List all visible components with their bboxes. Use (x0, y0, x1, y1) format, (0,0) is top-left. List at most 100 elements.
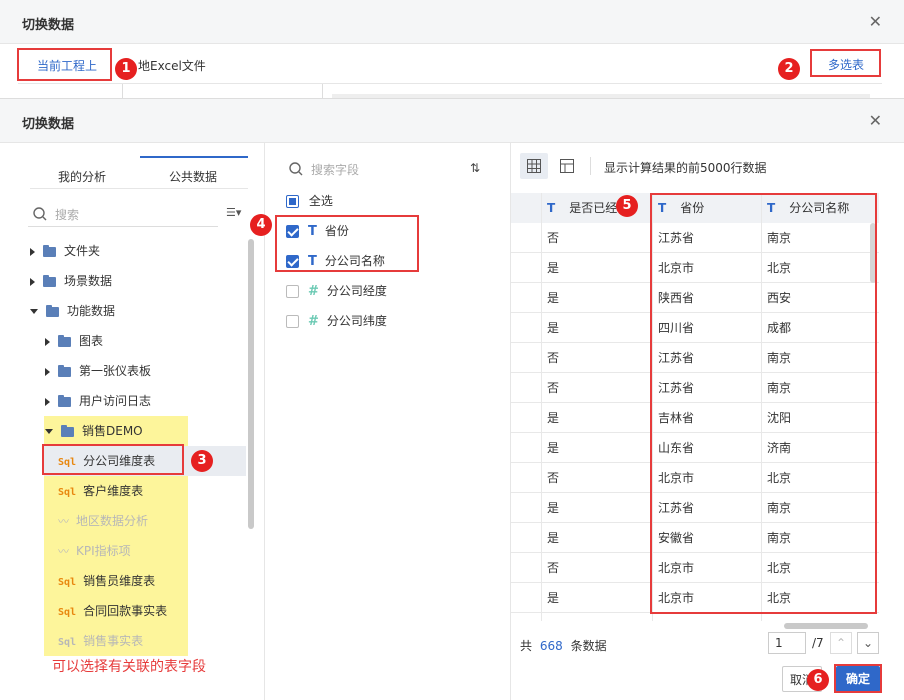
highlight-box-2 (810, 49, 881, 77)
field-name: 分公司经度 (326, 284, 387, 298)
highlight-box-5 (650, 193, 877, 614)
total-pages: /7 (812, 636, 824, 650)
step-badge-2: 2 (778, 58, 800, 80)
tree-item: 〰 KPI指标项 (58, 536, 131, 566)
tree-item-label: 销售员维度表 (83, 574, 156, 588)
caret-down-icon[interactable] (30, 309, 38, 314)
search-icon (33, 207, 47, 221)
prev-page-button[interactable]: ⌃ (830, 632, 852, 654)
tree-item: Sql 销售事实表 (58, 626, 143, 656)
tab-public-data[interactable]: 公共数据 (169, 168, 217, 185)
text-type-icon: T (547, 201, 556, 215)
highlight-box-6 (834, 664, 882, 693)
folder-icon (43, 274, 56, 287)
next-page-button[interactable]: ⌄ (857, 632, 879, 654)
select-all-checkbox[interactable] (286, 195, 299, 208)
select-all-label: 全选 (308, 194, 333, 208)
analysis-icon: 〰 (58, 515, 69, 528)
preview-note: 显示计算结果的前5000行数据 (604, 161, 767, 175)
close-icon[interactable]: ✕ (869, 111, 882, 130)
field-checkbox[interactable] (286, 285, 299, 298)
folder-icon (43, 244, 56, 257)
tree-item[interactable]: 场景数据 (30, 266, 112, 296)
column-header-label: 是否已经 (569, 201, 618, 215)
table-cell: 否 (547, 381, 560, 395)
table-cell: 是 (547, 501, 560, 515)
tree-item[interactable]: Sql 合同回款事实表 (58, 596, 167, 626)
close-icon[interactable]: ✕ (869, 12, 882, 31)
caret-right-icon[interactable] (45, 337, 50, 346)
annotation-caption: 可以选择有关联的表字段 (52, 659, 206, 675)
search-input[interactable]: 搜索 (28, 201, 218, 227)
tree-item[interactable]: 功能数据 (30, 296, 115, 326)
active-tab-indicator (140, 156, 248, 158)
select-all-row[interactable]: 全选 (286, 186, 333, 216)
caret-right-icon[interactable] (30, 277, 35, 286)
tree-item[interactable]: Sql 客户维度表 (58, 476, 143, 506)
table-cell: 否 (547, 351, 560, 365)
table-cell: 是 (547, 531, 560, 545)
table-cell: 是 (547, 261, 560, 275)
number-type-icon: # (308, 284, 319, 299)
folder-icon (58, 394, 71, 407)
caret-right-icon[interactable] (30, 247, 35, 256)
folder-icon (61, 424, 74, 437)
field-search-placeholder: 搜索字段 (311, 163, 360, 177)
number-type-icon: # (308, 314, 319, 329)
tree-item[interactable]: 销售DEMO (45, 416, 143, 446)
step-badge-6: 6 (807, 669, 829, 691)
table-cell: 是 (547, 411, 560, 425)
divider (322, 84, 323, 98)
step-badge-1: 1 (115, 58, 137, 80)
sql-table-icon: Sql (58, 637, 77, 648)
tree-item[interactable]: 图表 (45, 326, 103, 356)
table-cell: 是 (547, 591, 560, 605)
tree-item-label: 合同回款事实表 (83, 604, 168, 618)
table-hscrollbar[interactable] (784, 623, 868, 629)
tree-item-label: 场景数据 (64, 274, 113, 288)
tree-scrollbar[interactable] (248, 239, 254, 529)
page-input[interactable]: 1 (768, 632, 806, 654)
step-badge-5: 5 (616, 195, 638, 217)
filter-icon[interactable]: ☰▾ (226, 206, 241, 219)
tree-item[interactable]: 用户访问日志 (45, 386, 151, 416)
tree-item[interactable]: 文件夹 (30, 236, 100, 266)
analysis-icon: 〰 (58, 545, 69, 558)
tree-item-label: 客户维度表 (83, 484, 144, 498)
folder-icon (58, 334, 71, 347)
table-icon (560, 159, 574, 173)
caret-down-icon[interactable] (45, 429, 53, 434)
tab-local-excel[interactable]: 地Excel文件 (138, 57, 206, 74)
dialog-title: 切换数据 (22, 117, 75, 132)
tab-my-analysis[interactable]: 我的分析 (58, 168, 106, 185)
field-name: 分公司纬度 (326, 314, 387, 328)
field-row[interactable]: # 分公司纬度 (286, 306, 387, 336)
tree-item[interactable]: 第一张仪表板 (45, 356, 151, 386)
back-dialog-title: 切换数据 (22, 18, 75, 33)
caret-right-icon[interactable] (45, 367, 50, 376)
grid-view-button[interactable] (520, 153, 548, 179)
tree-item-label: 图表 (79, 334, 104, 348)
folder-icon (46, 304, 59, 317)
column-header[interactable]: T 是否已经 (547, 193, 617, 223)
step-badge-3: 3 (191, 450, 213, 472)
column-divider (541, 193, 542, 621)
highlight-box-4 (275, 215, 419, 272)
sql-table-icon: Sql (58, 607, 77, 618)
table-cell: 否 (547, 231, 560, 245)
field-checkbox[interactable] (286, 315, 299, 328)
table-cell: 否 (547, 471, 560, 485)
sql-table-icon: Sql (58, 577, 77, 588)
table-cell: 是 (547, 441, 560, 455)
dialog-titlebar: 切换数据 ✕ (0, 99, 904, 143)
divider (122, 84, 123, 98)
row-count-value: 668 (539, 639, 563, 653)
field-row[interactable]: # 分公司经度 (286, 276, 387, 306)
tree-item-label: 第一张仪表板 (79, 364, 152, 378)
caret-right-icon[interactable] (45, 397, 50, 406)
grid-icon (527, 159, 541, 173)
relation-view-button[interactable] (554, 153, 580, 179)
field-search-input[interactable]: 搜索字段 (286, 157, 486, 181)
tree-item[interactable]: Sql 销售员维度表 (58, 566, 155, 596)
sort-icon[interactable]: ⇅ (470, 161, 480, 175)
